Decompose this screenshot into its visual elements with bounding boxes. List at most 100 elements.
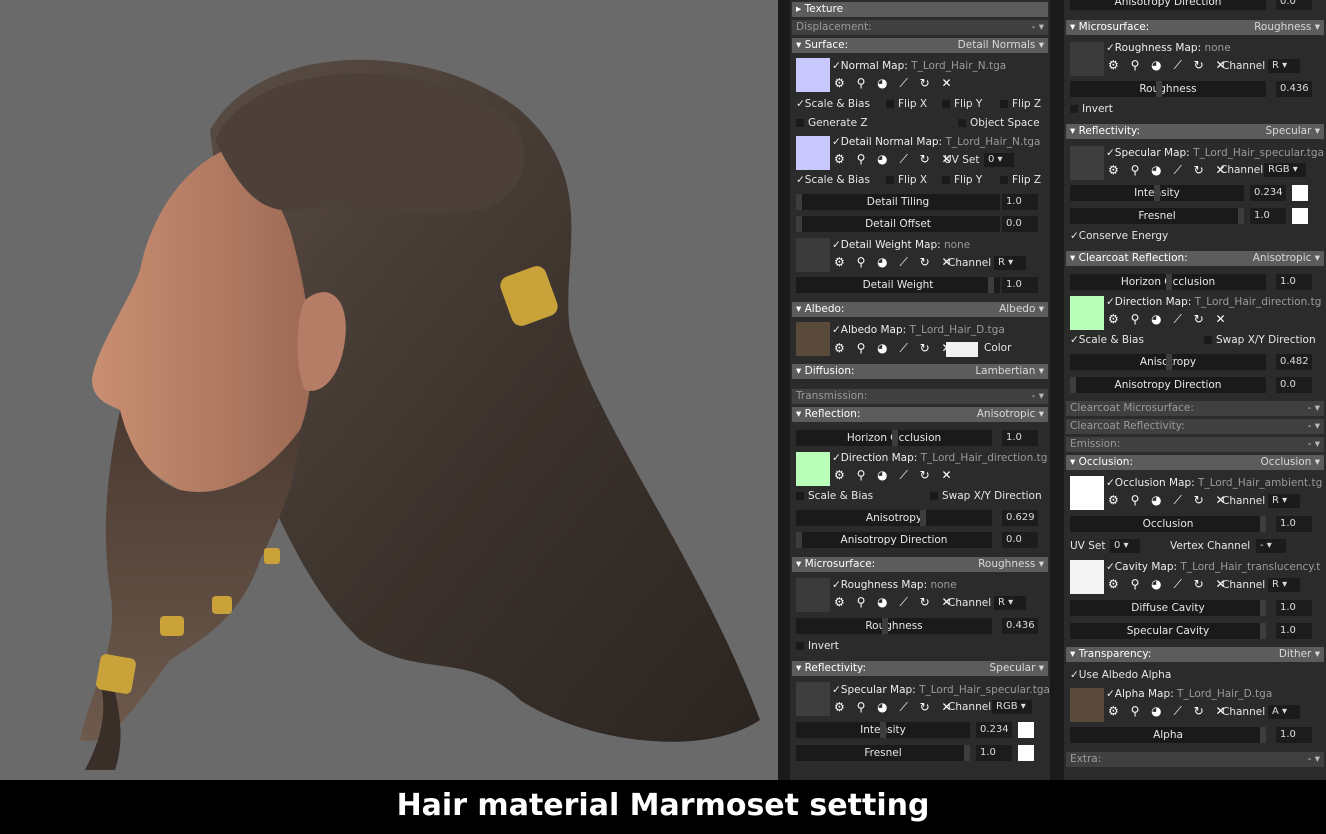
horizon-occlusion-slider[interactable]: Horizon Occlusion [796, 430, 992, 446]
invert-check[interactable]: Invert [796, 640, 839, 652]
microsurface-header-2[interactable]: ▾ Microsurface: Roughness ▾ [1066, 20, 1324, 35]
transparency-dropdown[interactable]: Dither ▾ [1279, 647, 1320, 662]
reflection-header[interactable]: ▾ Reflection: Anisotropic ▾ [792, 407, 1048, 422]
cavity-map-swatch[interactable] [1070, 560, 1104, 594]
flip-x-check-2[interactable]: Flip X [886, 174, 927, 186]
transparency-header[interactable]: ▾ Transparency: Dither ▾ [1066, 647, 1324, 662]
roughness-slider[interactable]: Roughness [796, 618, 992, 634]
anisotropy-direction-slider[interactable]: Anisotropy Direction [796, 532, 992, 548]
roughness-map-label[interactable]: ✓Roughness Map: none [832, 579, 957, 591]
direction-tools[interactable]: ⚙ ⚲ ◕ ⟋ ↻ ✕ [834, 468, 956, 483]
cavity-channel-dropdown[interactable]: R ▾ [1268, 578, 1300, 592]
anisotropy-direction-value[interactable]: 0.0 [1002, 532, 1038, 548]
roughness-map-swatch[interactable] [796, 578, 830, 612]
occlusion-dropdown[interactable]: Occlusion ▾ [1261, 455, 1320, 470]
cc-direction-map-label[interactable]: ✓Direction Map: T_Lord_Hair_direction.tg [1106, 296, 1321, 308]
cc-swap-xy-check[interactable]: Swap X/Y Direction [1204, 334, 1316, 346]
flip-z-check-1[interactable]: Flip Z [1000, 98, 1041, 110]
flip-y-check-2[interactable]: Flip Y [942, 174, 982, 186]
clearcoat-reflection-dropdown[interactable]: Anisotropic ▾ [1253, 251, 1320, 266]
emission-header[interactable]: Emission: - ▾ [1066, 437, 1324, 452]
roughness-value-2[interactable]: 0.436 [1276, 81, 1312, 97]
extra-dropdown[interactable]: - ▾ [1308, 752, 1320, 767]
surface-dropdown[interactable]: Detail Normals ▾ [958, 38, 1044, 53]
detail-normal-map-label[interactable]: ✓Detail Normal Map: T_Lord_Hair_N.tga [832, 136, 1040, 148]
cc-anisotropy-direction-slider[interactable]: Anisotropy Direction [1070, 377, 1266, 393]
detail-weight-tools[interactable]: ⚙ ⚲ ◕ ⟋ ↻ ✕ [834, 255, 956, 270]
albedo-map-swatch[interactable] [796, 322, 830, 356]
use-albedo-alpha-check[interactable]: ✓Use Albedo Alpha [1070, 669, 1171, 681]
occ-uv-set-dropdown[interactable]: 0 ▾ [1110, 539, 1140, 553]
diffusion-dropdown[interactable]: Lambertian ▾ [975, 364, 1044, 379]
vertex-channel-dropdown[interactable]: - ▾ [1256, 539, 1286, 553]
cc-direction-tools[interactable]: ⚙ ⚲ ◕ ⟋ ↻ ✕ [1108, 312, 1230, 327]
normal-map-tools[interactable]: ⚙ ⚲ ◕ ⟋ ↻ ✕ [834, 76, 956, 91]
specular-map-swatch-2[interactable] [1070, 146, 1104, 180]
intensity-value-2[interactable]: 0.234 [1250, 185, 1286, 201]
anisotropy-slider[interactable]: Anisotropy [796, 510, 992, 526]
alpha-map-swatch[interactable] [1070, 688, 1104, 722]
cc-scale-bias-check[interactable]: ✓Scale & Bias [1070, 334, 1144, 346]
clearcoat-reflectivity-header[interactable]: Clearcoat Reflectivity: - ▾ [1066, 419, 1324, 434]
alpha-slider[interactable]: Alpha [1070, 727, 1266, 743]
fresnel-value[interactable]: 1.0 [976, 745, 1012, 761]
reflectivity-dropdown-2[interactable]: Specular ▾ [1266, 124, 1321, 139]
occlusion-slider[interactable]: Occlusion [1070, 516, 1266, 532]
roughness-tools[interactable]: ⚙ ⚲ ◕ ⟋ ↻ ✕ [834, 595, 956, 610]
specular-map-label-2[interactable]: ✓Specular Map: T_Lord_Hair_specular.tga [1106, 147, 1324, 159]
roughness-slider-2[interactable]: Roughness [1070, 81, 1266, 97]
roughness-map-label-2[interactable]: ✓Roughness Map: none [1106, 42, 1231, 54]
scale-bias-check-3[interactable]: Scale & Bias [796, 490, 873, 502]
albedo-header[interactable]: ▾ Albedo: Albedo ▾ [792, 302, 1048, 317]
fresnel-slider-2[interactable]: Fresnel [1070, 208, 1244, 224]
detail-weight-swatch[interactable] [796, 238, 830, 272]
aniso-dir-top-value[interactable]: 0.0 [1276, 0, 1312, 10]
cc-anisotropy-value[interactable]: 0.482 [1276, 354, 1312, 370]
scale-bias-check-1[interactable]: ✓Scale & Bias [796, 98, 870, 110]
extra-header[interactable]: Extra: - ▾ [1066, 752, 1324, 767]
clearcoat-reflection-header[interactable]: ▾ Clearcoat Reflection: Anisotropic ▾ [1066, 251, 1324, 266]
anisotropy-value[interactable]: 0.629 [1002, 510, 1038, 526]
fresnel-value-2[interactable]: 1.0 [1250, 208, 1286, 224]
roughness-tools-2[interactable]: ⚙ ⚲ ◕ ⟋ ↻ ✕ [1108, 58, 1230, 73]
fresnel-color-swatch-2[interactable] [1292, 208, 1308, 224]
occlusion-map-swatch[interactable] [1070, 476, 1104, 510]
aniso-dir-top-slider[interactable]: Anisotropy Direction [1070, 0, 1266, 10]
specular-tools-2[interactable]: ⚙ ⚲ ◕ ⟋ ↻ ✕ [1108, 163, 1230, 178]
flip-x-check-1[interactable]: Flip X [886, 98, 927, 110]
specular-tools[interactable]: ⚙ ⚲ ◕ ⟋ ↻ ✕ [834, 700, 956, 715]
horizon-occlusion-value[interactable]: 1.0 [1002, 430, 1038, 446]
texture-section-header[interactable]: ▸ Texture [792, 2, 1048, 17]
intensity-slider-2[interactable]: Intensity [1070, 185, 1244, 201]
roughness-channel-dropdown[interactable]: R ▾ [994, 596, 1026, 610]
invert-check-2[interactable]: Invert [1070, 103, 1113, 115]
cc-anisotropy-slider[interactable]: Anisotropy [1070, 354, 1266, 370]
flip-y-check-1[interactable]: Flip Y [942, 98, 982, 110]
roughness-map-swatch-2[interactable] [1070, 42, 1104, 76]
cc-horizon-occlusion-slider[interactable]: Horizon Occlusion [1070, 274, 1266, 290]
intensity-value[interactable]: 0.234 [976, 722, 1012, 738]
alpha-tools[interactable]: ⚙ ⚲ ◕ ⟋ ↻ ✕ [1108, 704, 1230, 719]
detail-normal-tools[interactable]: ⚙ ⚲ ◕ ⟋ ↻ ✕ [834, 152, 956, 167]
detail-offset-value[interactable]: 0.0 [1002, 216, 1038, 232]
specular-map-label[interactable]: ✓Specular Map: T_Lord_Hair_specular.tga [832, 684, 1050, 696]
detail-weight-value[interactable]: 1.0 [1002, 277, 1038, 293]
surface-header[interactable]: ▾ Surface: Detail Normals ▾ [792, 38, 1048, 53]
specular-cavity-value[interactable]: 1.0 [1276, 623, 1312, 639]
occlusion-slider-value[interactable]: 1.0 [1276, 516, 1312, 532]
occlusion-tools[interactable]: ⚙ ⚲ ◕ ⟋ ↻ ✕ [1108, 493, 1230, 508]
normal-map-label[interactable]: ✓Normal Map: T_Lord_Hair_N.tga [832, 60, 1006, 72]
direction-map-label[interactable]: ✓Direction Map: T_Lord_Hair_direction.tg [832, 452, 1047, 464]
scale-bias-check-2[interactable]: ✓Scale & Bias [796, 174, 870, 186]
clearcoat-reflectivity-dropdown[interactable]: - ▾ [1308, 419, 1320, 434]
albedo-dropdown[interactable]: Albedo ▾ [999, 302, 1044, 317]
roughness-value[interactable]: 0.436 [1002, 618, 1038, 634]
transmission-header[interactable]: Transmission: - ▾ [792, 389, 1048, 404]
detail-weight-slider[interactable]: Detail Weight [796, 277, 1000, 293]
reflectivity-dropdown[interactable]: Specular ▾ [990, 661, 1045, 676]
3d-viewport[interactable] [0, 0, 778, 780]
object-space-check[interactable]: Object Space [958, 117, 1040, 129]
detail-normal-swatch[interactable] [796, 136, 830, 170]
specular-map-swatch[interactable] [796, 682, 830, 716]
occlusion-header[interactable]: ▾ Occlusion: Occlusion ▾ [1066, 455, 1324, 470]
